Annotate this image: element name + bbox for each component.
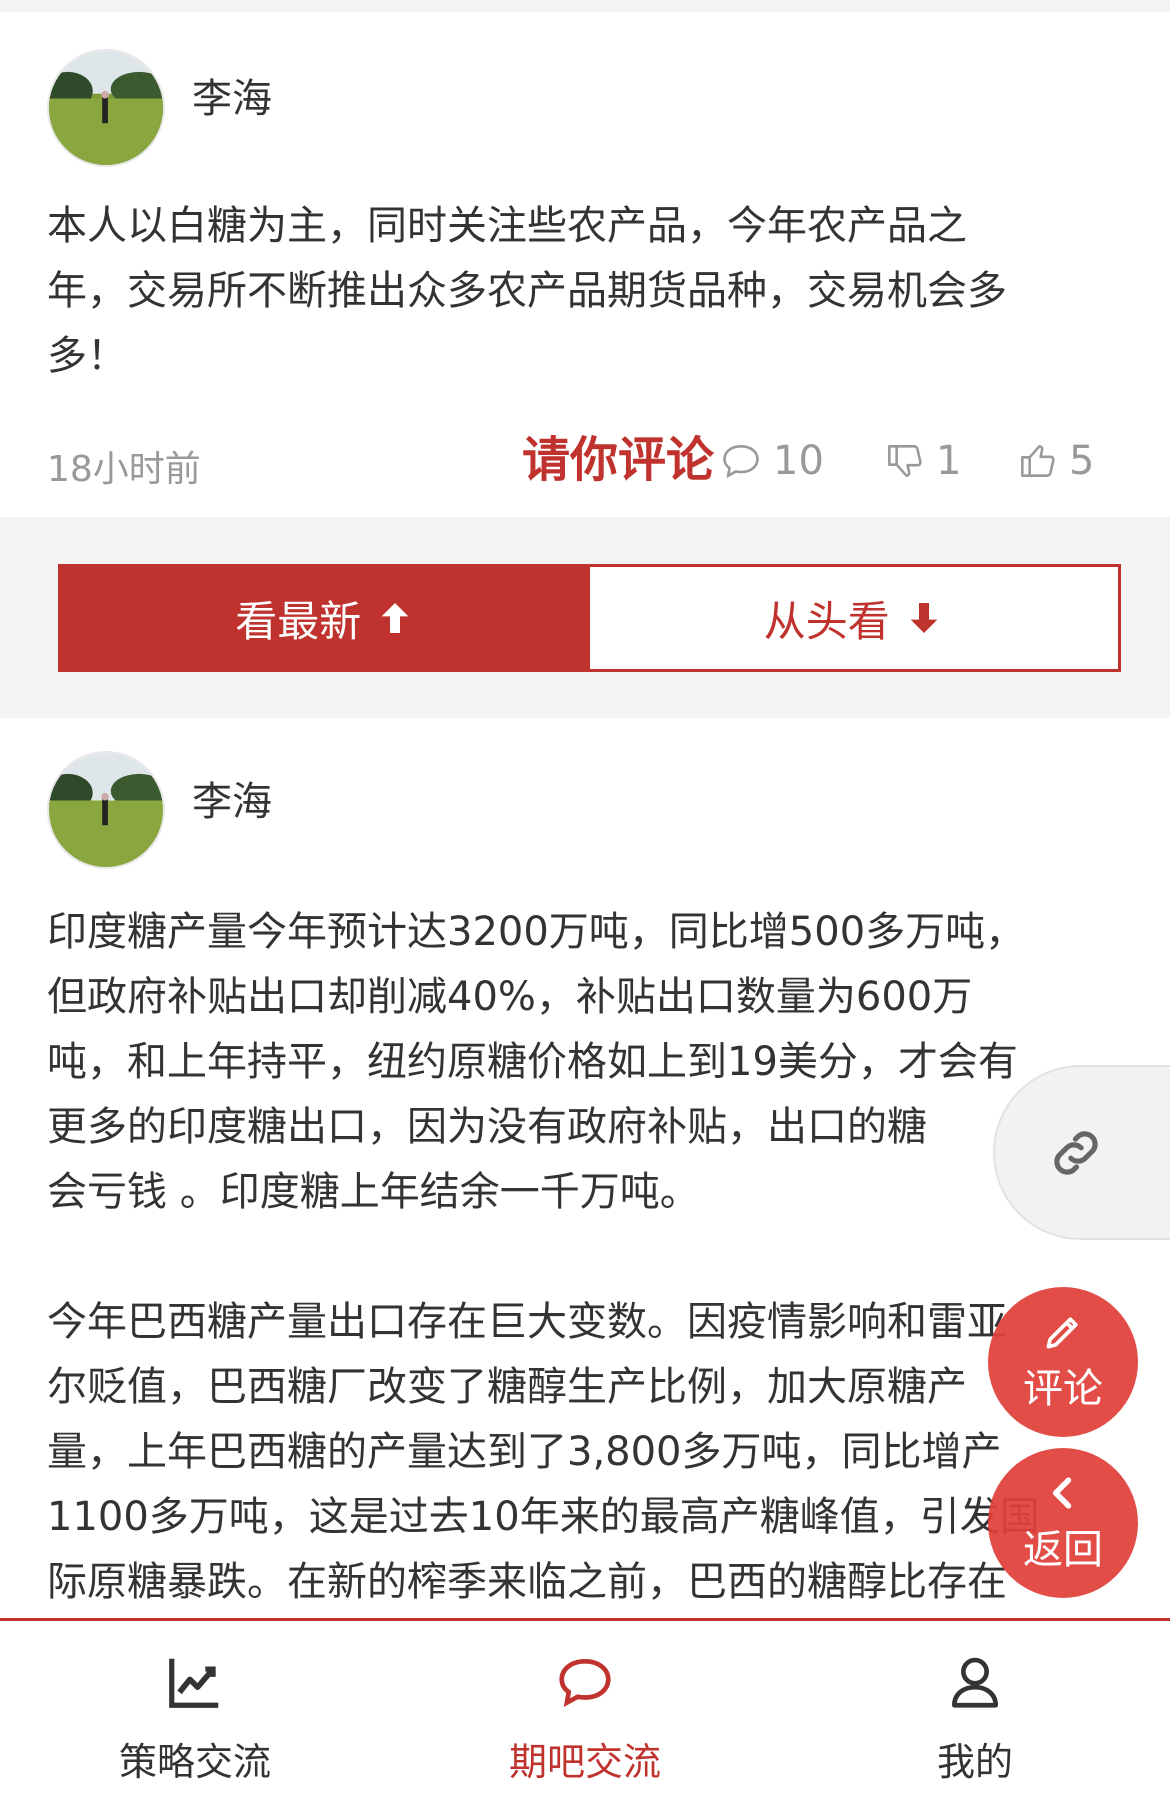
back-fab-label: 返回 bbox=[1023, 1527, 1103, 1573]
arrow-up-icon bbox=[381, 603, 409, 633]
chart-line-icon bbox=[169, 1658, 219, 1708]
post-content: 本人以白糖为主，同时关注些农产品，今年农产品之 年，交易所不断推出众多农产品期货… bbox=[47, 203, 1007, 379]
sort-toggle: 看最新 从头看 bbox=[58, 564, 1121, 672]
tab-label: 我的 bbox=[936, 1740, 1013, 1784]
sort-newest-button[interactable]: 看最新 bbox=[61, 567, 590, 669]
comment-count[interactable]: 10 bbox=[719, 438, 824, 484]
bottom-tab-bar: 策略交流 期吧交流 我的 bbox=[0, 1618, 1170, 1808]
dislike-count: 1 bbox=[936, 438, 962, 484]
like-count: 5 bbox=[1069, 438, 1095, 484]
thumbs-down-icon bbox=[888, 445, 922, 477]
invite-comment-link[interactable]: 请你评论 bbox=[522, 430, 714, 490]
sort-newest-label: 看最新 bbox=[235, 596, 362, 646]
author-name[interactable]: 李海 bbox=[192, 778, 272, 826]
avatar[interactable] bbox=[47, 49, 165, 167]
tab-strategy[interactable]: 策略交流 bbox=[0, 1621, 390, 1808]
post-time: 18小时前 bbox=[47, 449, 201, 490]
tab-label: 策略交流 bbox=[118, 1740, 271, 1784]
avatar[interactable] bbox=[47, 751, 165, 869]
comment-count-value: 10 bbox=[773, 438, 824, 484]
post-content: 印度糖产量今年预计达3200万吨，同比增500多万吨， 但政府补贴出口却削减40… bbox=[47, 909, 1040, 1605]
avatar-photo-icon bbox=[49, 51, 163, 165]
sort-oldest-label: 从头看 bbox=[763, 596, 890, 646]
post-card: 李海 本人以白糖为主，同时关注些农产品，今年农产品之 年，交易所不断推出众多农产… bbox=[0, 12, 1170, 517]
sort-oldest-button[interactable]: 从头看 bbox=[589, 567, 1118, 669]
arrow-down-icon bbox=[910, 603, 938, 633]
avatar-photo-icon bbox=[49, 753, 163, 867]
chat-bubble-icon bbox=[559, 1659, 611, 1708]
user-icon bbox=[952, 1657, 998, 1708]
link-icon bbox=[1054, 1130, 1098, 1175]
back-fab[interactable]: 返回 bbox=[988, 1448, 1138, 1598]
thumbs-up-icon bbox=[1021, 445, 1055, 477]
tab-label: 期吧交流 bbox=[508, 1740, 661, 1784]
pencil-icon bbox=[1046, 1317, 1078, 1349]
like-button[interactable]: 5 bbox=[1015, 438, 1094, 484]
post-meta: 18小时前 请你评论 10 1 5 bbox=[47, 430, 1127, 490]
tab-mine[interactable]: 我的 bbox=[780, 1621, 1170, 1808]
author-name[interactable]: 李海 bbox=[192, 75, 272, 123]
tab-forum[interactable]: 期吧交流 bbox=[390, 1621, 780, 1808]
top-divider bbox=[0, 0, 1170, 12]
comment-icon bbox=[723, 445, 759, 479]
chevron-left-icon bbox=[1052, 1477, 1072, 1509]
dislike-button[interactable]: 1 bbox=[882, 438, 961, 484]
share-link-button[interactable] bbox=[993, 1065, 1170, 1240]
comment-fab[interactable]: 评论 bbox=[988, 1287, 1138, 1437]
comment-fab-label: 评论 bbox=[1023, 1366, 1103, 1412]
